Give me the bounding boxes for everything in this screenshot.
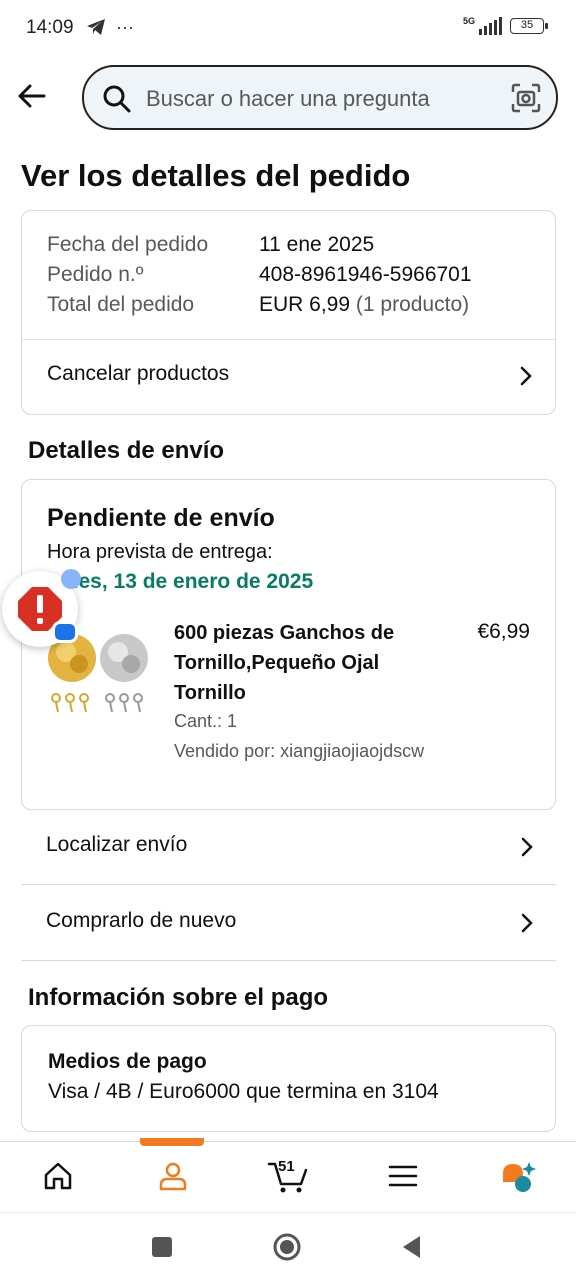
payment-section-title: Información sobre el pago (28, 984, 329, 1011)
payment-card: Medios de pago Visa / 4B / Euro6000 que … (21, 1025, 556, 1132)
shipment-card: Pendiente de envío Hora prevista de entr… (21, 479, 556, 810)
recents-button-icon[interactable] (148, 1233, 176, 1261)
chevron-right-icon (521, 837, 533, 857)
cart-count-badge: 51 (278, 1158, 295, 1175)
bottom-tab-bar: 51 (0, 1138, 576, 1212)
chat-bubble-icon[interactable] (52, 621, 78, 643)
home-button-icon[interactable] (273, 1233, 301, 1261)
page-title: Ver los detalles del pedido (21, 158, 411, 193)
product-seller: Vendido por: xiangjiaojiaojdscw (174, 741, 425, 761)
cancel-products-label: Cancelar productos (47, 362, 230, 385)
tab-menu[interactable] (345, 1142, 460, 1212)
tab-cart[interactable]: 51 (230, 1142, 345, 1212)
tab-home[interactable] (0, 1142, 115, 1212)
product-price: €6,99 (477, 620, 530, 643)
shipment-status: Pendiente de envío (47, 504, 275, 532)
tab-rufus-assistant[interactable] (460, 1142, 575, 1212)
payment-method-title: Medios de pago (48, 1050, 207, 1073)
track-package-label: Localizar envío (46, 833, 188, 856)
payment-method-value: Visa / 4B / Euro6000 que termina en 3104 (48, 1080, 439, 1103)
order-total-amount: EUR 6,99 (259, 293, 351, 316)
status-bar: 14:09 ··· 5G 35 (0, 0, 576, 58)
assistant-icon (502, 1162, 536, 1192)
chevron-right-icon (520, 366, 532, 386)
order-total-label: Total del pedido (47, 293, 195, 316)
search-icon (103, 85, 131, 113)
track-package-row[interactable]: Localizar envío (21, 810, 556, 885)
cancel-products-row[interactable]: Cancelar productos (22, 340, 555, 415)
order-number-value: 408-8961946-5966701 (259, 263, 472, 286)
order-total-value: EUR 6,99 (1 producto) (259, 293, 469, 317)
system-navigation-bar (0, 1212, 576, 1280)
camera-search-icon[interactable] (510, 82, 542, 114)
order-number-label: Pedido n.º (47, 263, 144, 286)
eta-label: Hora prevista de entrega: (47, 541, 273, 563)
search-bar[interactable]: Buscar o hacer una pregunta (82, 65, 558, 130)
floating-indicator-dot (61, 569, 81, 589)
order-total-items: (1 producto) (355, 293, 470, 316)
battery-icon: 35 (510, 18, 548, 34)
account-icon (159, 1162, 186, 1191)
tab-account[interactable] (115, 1142, 230, 1212)
more-notifications-icon: ··· (116, 17, 134, 37)
order-summary-card: Fecha del pedido 11 ene 2025 Pedido n.º … (21, 210, 556, 415)
telegram-icon (87, 19, 105, 35)
order-date-value: 11 ene 2025 (259, 233, 375, 256)
product-title[interactable]: 600 piezas Ganchos de Tornillo,Pequeño O… (174, 618, 414, 708)
buy-again-row[interactable]: Comprarlo de nuevo (21, 886, 556, 961)
network-type: 5G (462, 16, 475, 26)
eta-date: lunes, 13 de enero de 2025 (47, 570, 314, 593)
status-time: 14:09 (26, 17, 74, 38)
hamburger-menu-icon (388, 1165, 417, 1187)
buy-again-label: Comprarlo de nuevo (46, 909, 237, 932)
product-quantity: Cant.: 1 (174, 711, 238, 731)
search-input[interactable]: Buscar o hacer una pregunta (146, 86, 430, 112)
back-button-icon[interactable] (398, 1233, 426, 1261)
chevron-right-icon (521, 913, 533, 933)
shipping-section-title: Detalles de envío (28, 437, 225, 464)
signal-icon: 5G (463, 17, 502, 35)
back-arrow-icon[interactable] (14, 78, 50, 114)
order-date-label: Fecha del pedido (47, 233, 209, 256)
home-icon (44, 1162, 71, 1190)
